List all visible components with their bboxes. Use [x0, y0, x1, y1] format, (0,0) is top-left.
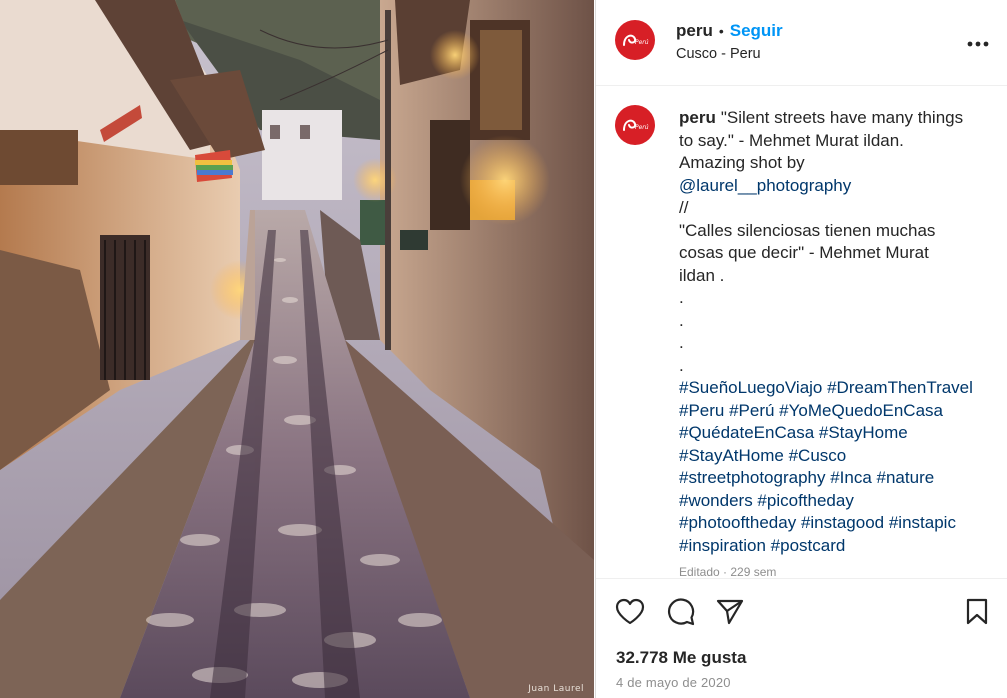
author-avatar[interactable]: Perú	[615, 20, 655, 60]
caption-text: Amazing shot by	[679, 153, 805, 172]
caption-text: .	[679, 355, 684, 375]
post-header: Perú peru • Seguir Cusco - Peru	[596, 0, 1007, 86]
save-button[interactable]	[961, 595, 993, 627]
likes-count[interactable]: 32.778 Me gusta	[616, 648, 746, 668]
author-line: peru • Seguir	[676, 21, 783, 41]
more-options-icon[interactable]	[967, 30, 989, 50]
hashtag-line[interactable]: #inspiration #postcard	[679, 535, 989, 558]
heart-icon	[615, 598, 645, 624]
paper-plane-icon	[716, 599, 744, 624]
hashtag-line[interactable]: #wonders #picoftheday	[679, 490, 989, 513]
caption-author-username[interactable]: peru	[679, 108, 716, 127]
caption-text: "Silent streets have many things	[720, 108, 964, 127]
svg-text:Perú: Perú	[635, 39, 649, 46]
caption-text: "Calles silenciosas tienen muchas	[679, 220, 936, 240]
post-location[interactable]: Cusco - Peru	[676, 46, 761, 62]
comment-button[interactable]	[664, 595, 696, 627]
peru-logo-icon: Perú	[623, 34, 649, 46]
caption-text: ildan .	[679, 265, 725, 285]
comment-icon	[667, 597, 694, 625]
bookmark-icon	[966, 598, 988, 624]
edited-timestamp: Editado · 229 sem	[679, 565, 777, 578]
more-horizontal-icon	[967, 41, 989, 47]
follow-button[interactable]: Seguir	[730, 21, 783, 41]
photographer-mention-link[interactable]: @laurel__photography	[679, 175, 989, 198]
post-actions: 32.778 Me gusta 4 de mayo de 2020	[596, 578, 1007, 698]
photo-credit: Juan Laurel	[528, 684, 584, 694]
caption-line: peru "Silent streets have many things	[679, 107, 989, 130]
author-username[interactable]: peru	[676, 21, 713, 41]
post-caption: peru "Silent streets have many things to …	[679, 107, 989, 557]
cusco-street-photo	[0, 0, 594, 698]
hashtag-line[interactable]: #QuédateEnCasa #StayHome	[679, 422, 989, 445]
hashtag-line[interactable]: #streetphotography #Inca #nature	[679, 467, 989, 490]
peru-logo-icon: Perú	[623, 119, 649, 131]
hashtag-line[interactable]: #SueñoLuegoViajo #DreamThenTravel	[679, 377, 989, 400]
caption-text: cosas que decir" - Mehmet Murat	[679, 243, 929, 262]
caption-text: to say." - Mehmet Murat ildan.	[679, 130, 904, 150]
like-button[interactable]	[614, 595, 646, 627]
post-side-panel: Perú peru • Seguir Cusco - Peru Perú per…	[595, 0, 1007, 698]
caption-author-avatar[interactable]: Perú	[615, 105, 655, 145]
caption-text: .	[679, 310, 684, 330]
share-button[interactable]	[714, 595, 746, 627]
separator-dot: •	[718, 23, 724, 39]
hashtag-line[interactable]: #Peru #Perú #YoMeQuedoEnCasa	[679, 400, 989, 423]
caption-text: .	[679, 288, 684, 307]
caption-text: //	[679, 198, 689, 217]
hashtag-line[interactable]: #StayAtHome #Cusco	[679, 445, 989, 468]
caption-text: .	[679, 333, 684, 352]
caption-scroll-area[interactable]: Perú peru "Silent streets have many thing…	[596, 87, 1007, 578]
hashtag-line[interactable]: #photooftheday #instagood #instapic	[679, 512, 989, 535]
post-date[interactable]: 4 de mayo de 2020	[616, 675, 731, 690]
svg-text:Perú: Perú	[635, 124, 649, 131]
post-photo[interactable]: Juan Laurel	[0, 0, 594, 698]
